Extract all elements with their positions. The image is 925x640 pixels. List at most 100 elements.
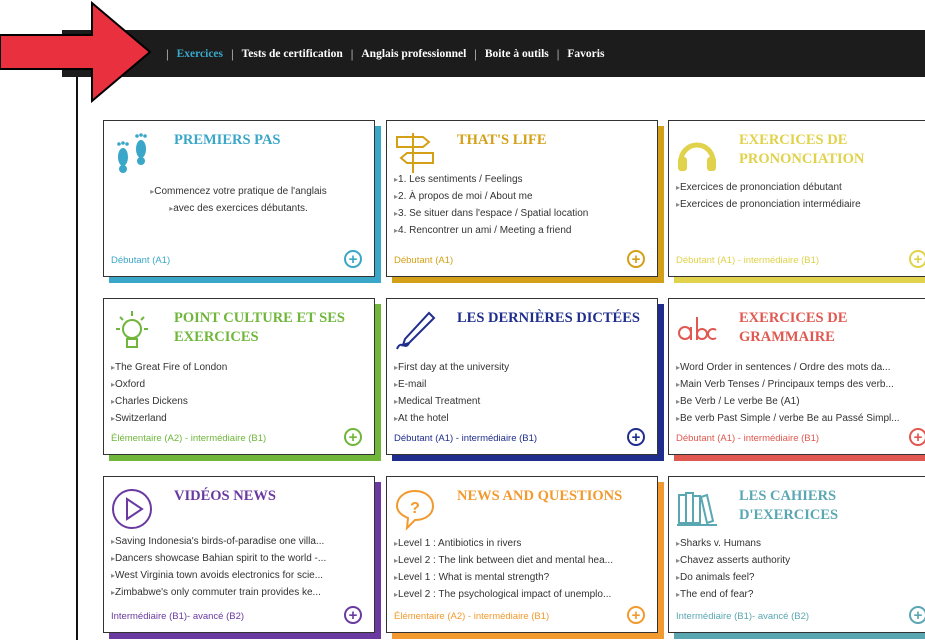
list-item[interactable]: Oxford	[111, 376, 366, 393]
plus-circle-icon[interactable]: +	[909, 428, 925, 446]
card-items: First day at the university E-mail Medic…	[394, 359, 649, 427]
card-videos-news[interactable]: VIDÉOS NEWS Saving Indonesia's birds-of-…	[103, 476, 375, 633]
list-item[interactable]: Level 1 : Antibiotics in rivers	[394, 535, 649, 552]
list-item[interactable]: 3. Se situer dans l'espace / Spatial loc…	[394, 205, 649, 222]
level-label: Intermédiaire (B1)- avancé (B2)	[676, 611, 810, 622]
list-item[interactable]: Level 1 : What is mental strength?	[394, 569, 649, 586]
red-arrow-annotation	[0, 0, 152, 104]
card-news-questions[interactable]: ? NEWS AND QUESTIONS Level 1 : Antibioti…	[386, 476, 658, 633]
list-item[interactable]: Do animals feel?	[676, 569, 925, 586]
list-item[interactable]: Level 2 : The link between diet and ment…	[394, 552, 649, 569]
page-left-border	[76, 77, 78, 640]
nav-item-favoris[interactable]: Favoris	[567, 48, 604, 60]
list-item[interactable]: Zimbabwe's only commuter train provides …	[111, 584, 366, 601]
level-label: Débutant (A1)	[111, 255, 171, 266]
plus-circle-icon[interactable]: +	[909, 250, 925, 268]
level-label: Débutant (A1) - intermédiaire (B1)	[676, 255, 820, 266]
list-item[interactable]: Medical Treatment	[394, 393, 649, 410]
card-title[interactable]: THAT'S LIFE	[457, 131, 647, 150]
card-title[interactable]: POINT CULTURE ET SES EXERCICES	[174, 309, 364, 347]
plus-circle-icon[interactable]: +	[344, 606, 362, 624]
level-label: Débutant (A1)	[394, 255, 454, 266]
card-items: Word Order in sentences / Ordre des mots…	[676, 359, 925, 427]
card-premiers-pas[interactable]: PREMIERS PAS Commencez votre pratique de…	[103, 120, 375, 277]
plus-circle-icon[interactable]: +	[344, 428, 362, 446]
level-label: Débutant (A1) - intermédiaire (B1)	[676, 433, 820, 444]
card-title[interactable]: EXERCICES DE PRONONCIATION	[739, 131, 925, 169]
card-thats-life[interactable]: THAT'S LIFE 1. Les sentiments / Feelings…	[386, 120, 658, 277]
books-icon	[677, 492, 717, 526]
nav-item-tests-certification[interactable]: Tests de certification	[242, 48, 343, 60]
list-item[interactable]: The Great Fire of London	[111, 359, 366, 376]
nav-item-exercices[interactable]: Exercices	[177, 48, 223, 60]
nav-separator: |	[474, 45, 477, 61]
list-item[interactable]: Exercices de prononciation intermédiaire	[676, 196, 925, 213]
nav-menu: | Exercices | Tests de certification | A…	[158, 30, 604, 77]
list-item[interactable]: Word Order in sentences / Ordre des mots…	[676, 359, 925, 376]
pen-icon	[396, 311, 436, 350]
card-items: Saving Indonesia's birds-of-paradise one…	[111, 533, 366, 601]
list-item[interactable]: Be verb Past Simple / verbe Be au Passé …	[676, 410, 925, 427]
plus-circle-icon[interactable]: +	[909, 606, 925, 624]
signpost-icon	[396, 133, 434, 173]
list-item[interactable]: Chavez asserts authority	[676, 552, 925, 569]
card-items: 1. Les sentiments / Feelings 2. À propos…	[394, 171, 649, 239]
card-items: Sharks v. Humans Chavez asserts authorit…	[676, 535, 925, 603]
list-item[interactable]: First day at the university	[394, 359, 649, 376]
plus-circle-icon[interactable]: +	[627, 606, 645, 624]
list-item[interactable]: The end of fear?	[676, 586, 925, 603]
card-title[interactable]: NEWS AND QUESTIONS	[457, 487, 647, 506]
nav-separator: |	[231, 45, 234, 61]
card-title[interactable]: PREMIERS PAS	[174, 131, 364, 150]
footprints-icon	[117, 133, 147, 173]
abc-icon	[678, 317, 717, 340]
speech-bubble-icon: ?	[395, 489, 435, 531]
card-title[interactable]: LES DERNIÈRES DICTÉES	[457, 309, 647, 328]
plus-circle-icon[interactable]: +	[627, 250, 645, 268]
nav-separator: |	[350, 45, 354, 61]
list-item[interactable]: 2. À propos de moi / About me	[394, 188, 649, 205]
list-item[interactable]: Main Verb Tenses / Principaux temps des …	[676, 376, 925, 393]
list-item[interactable]: avec des exercices débutants.	[111, 200, 366, 217]
list-item[interactable]: At the hotel	[394, 410, 649, 427]
list-item[interactable]: Be Verb / Le verbe Be (A1)	[676, 393, 925, 410]
list-item[interactable]: Dancers showcase Bahian spirit to the wo…	[111, 550, 366, 567]
list-item[interactable]: Sharks v. Humans	[676, 535, 925, 552]
headphones-icon	[678, 142, 716, 171]
list-item[interactable]: Charles Dickens	[111, 393, 366, 410]
play-icon	[112, 489, 152, 529]
list-item[interactable]: Level 2 : The psychological impact of un…	[394, 586, 649, 603]
card-grammaire[interactable]: EXERCICES DE GRAMMAIRE Word Order in sen…	[668, 298, 925, 455]
list-item[interactable]: E-mail	[394, 376, 649, 393]
svg-text:?: ?	[410, 500, 420, 517]
plus-circle-icon[interactable]: +	[344, 250, 362, 268]
card-prononciation[interactable]: EXERCICES DE PRONONCIATION Exercices de …	[668, 120, 925, 277]
card-dictees[interactable]: LES DERNIÈRES DICTÉES First day at the u…	[386, 298, 658, 455]
plus-circle-icon[interactable]: +	[627, 428, 645, 446]
nav-item-anglais-professionnel[interactable]: Anglais professionnel	[361, 48, 466, 60]
list-item[interactable]: West Virginia town avoids electronics fo…	[111, 567, 366, 584]
level-label: Intermédiaire (B1)- avancé (B2)	[111, 611, 245, 622]
level-label: Débutant (A1) - intermédiaire (B1)	[394, 433, 538, 444]
card-point-culture[interactable]: POINT CULTURE ET SES EXERCICES The Great…	[103, 298, 375, 455]
card-cahiers-exercices[interactable]: LES CAHIERS D'EXERCICES Sharks v. Humans…	[668, 476, 925, 633]
level-label: Élémentaire (A2) - intermédiaire (B1)	[111, 433, 267, 444]
nav-separator: |	[166, 45, 169, 61]
nav-separator: |	[556, 45, 560, 61]
level-label: Élémentaire (A2) - intermédiaire (B1)	[394, 611, 550, 622]
list-item[interactable]: Switzerland	[111, 410, 366, 427]
list-item[interactable]: Exercices de prononciation débutant	[676, 179, 925, 196]
list-item[interactable]: Commencez votre pratique de l'anglais	[111, 183, 366, 200]
card-items: Exercices de prononciation débutant Exer…	[676, 179, 925, 213]
card-title[interactable]: VIDÉOS NEWS	[174, 487, 364, 506]
list-item[interactable]: 4. Rencontrer un ami / Meeting a friend	[394, 222, 649, 239]
list-item[interactable]: Saving Indonesia's birds-of-paradise one…	[111, 533, 366, 550]
nav-item-boite-outils[interactable]: Boite à outils	[485, 48, 549, 60]
card-title[interactable]: LES CAHIERS D'EXERCICES	[739, 487, 925, 525]
card-title[interactable]: EXERCICES DE GRAMMAIRE	[739, 309, 925, 347]
card-items: Commencez votre pratique de l'anglais av…	[111, 183, 366, 217]
list-item[interactable]: 1. Les sentiments / Feelings	[394, 171, 649, 188]
lightbulb-icon	[116, 311, 148, 348]
card-items: The Great Fire of London Oxford Charles …	[111, 359, 366, 427]
card-items: Level 1 : Antibiotics in rivers Level 2 …	[394, 535, 649, 603]
